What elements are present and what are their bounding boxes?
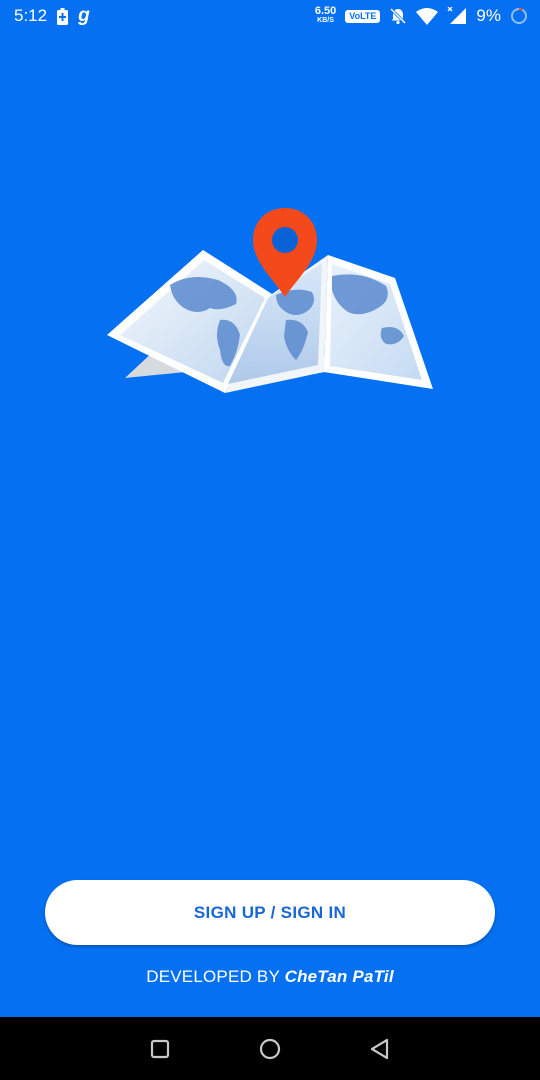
- recents-icon[interactable]: [145, 1034, 175, 1064]
- sign-up-sign-in-button[interactable]: SIGN UP / SIGN IN: [45, 880, 495, 945]
- signal-icon: [447, 7, 467, 25]
- home-icon[interactable]: [255, 1034, 285, 1064]
- world-map-icon: [107, 208, 433, 393]
- mute-icon: [389, 7, 407, 25]
- back-icon[interactable]: [365, 1034, 395, 1064]
- status-bar: 5:12 g 6.50 KB/S VoLTE 9%: [0, 0, 540, 32]
- battery-ring-icon: [510, 7, 528, 25]
- volte-badge: VoLTE: [345, 9, 381, 23]
- g-app-icon: g: [78, 5, 90, 26]
- wifi-icon: [416, 7, 439, 25]
- map-illustration: [100, 200, 440, 400]
- status-left: 5:12 g: [14, 5, 90, 27]
- status-right: 6.50 KB/S VoLTE 9%: [315, 6, 528, 26]
- navigation-bar: [0, 1017, 540, 1080]
- status-time: 5:12: [14, 6, 48, 25]
- developer-credit: DEVELOPED BY CheTan PaTil: [0, 967, 540, 987]
- credit-prefix: DEVELOPED BY: [146, 967, 285, 986]
- battery-charging-icon: [57, 7, 69, 25]
- developer-name: CheTan PaTil: [284, 967, 394, 986]
- net-speed: 6.50 KB/S: [314, 5, 337, 25]
- battery-percent: 9%: [476, 6, 501, 25]
